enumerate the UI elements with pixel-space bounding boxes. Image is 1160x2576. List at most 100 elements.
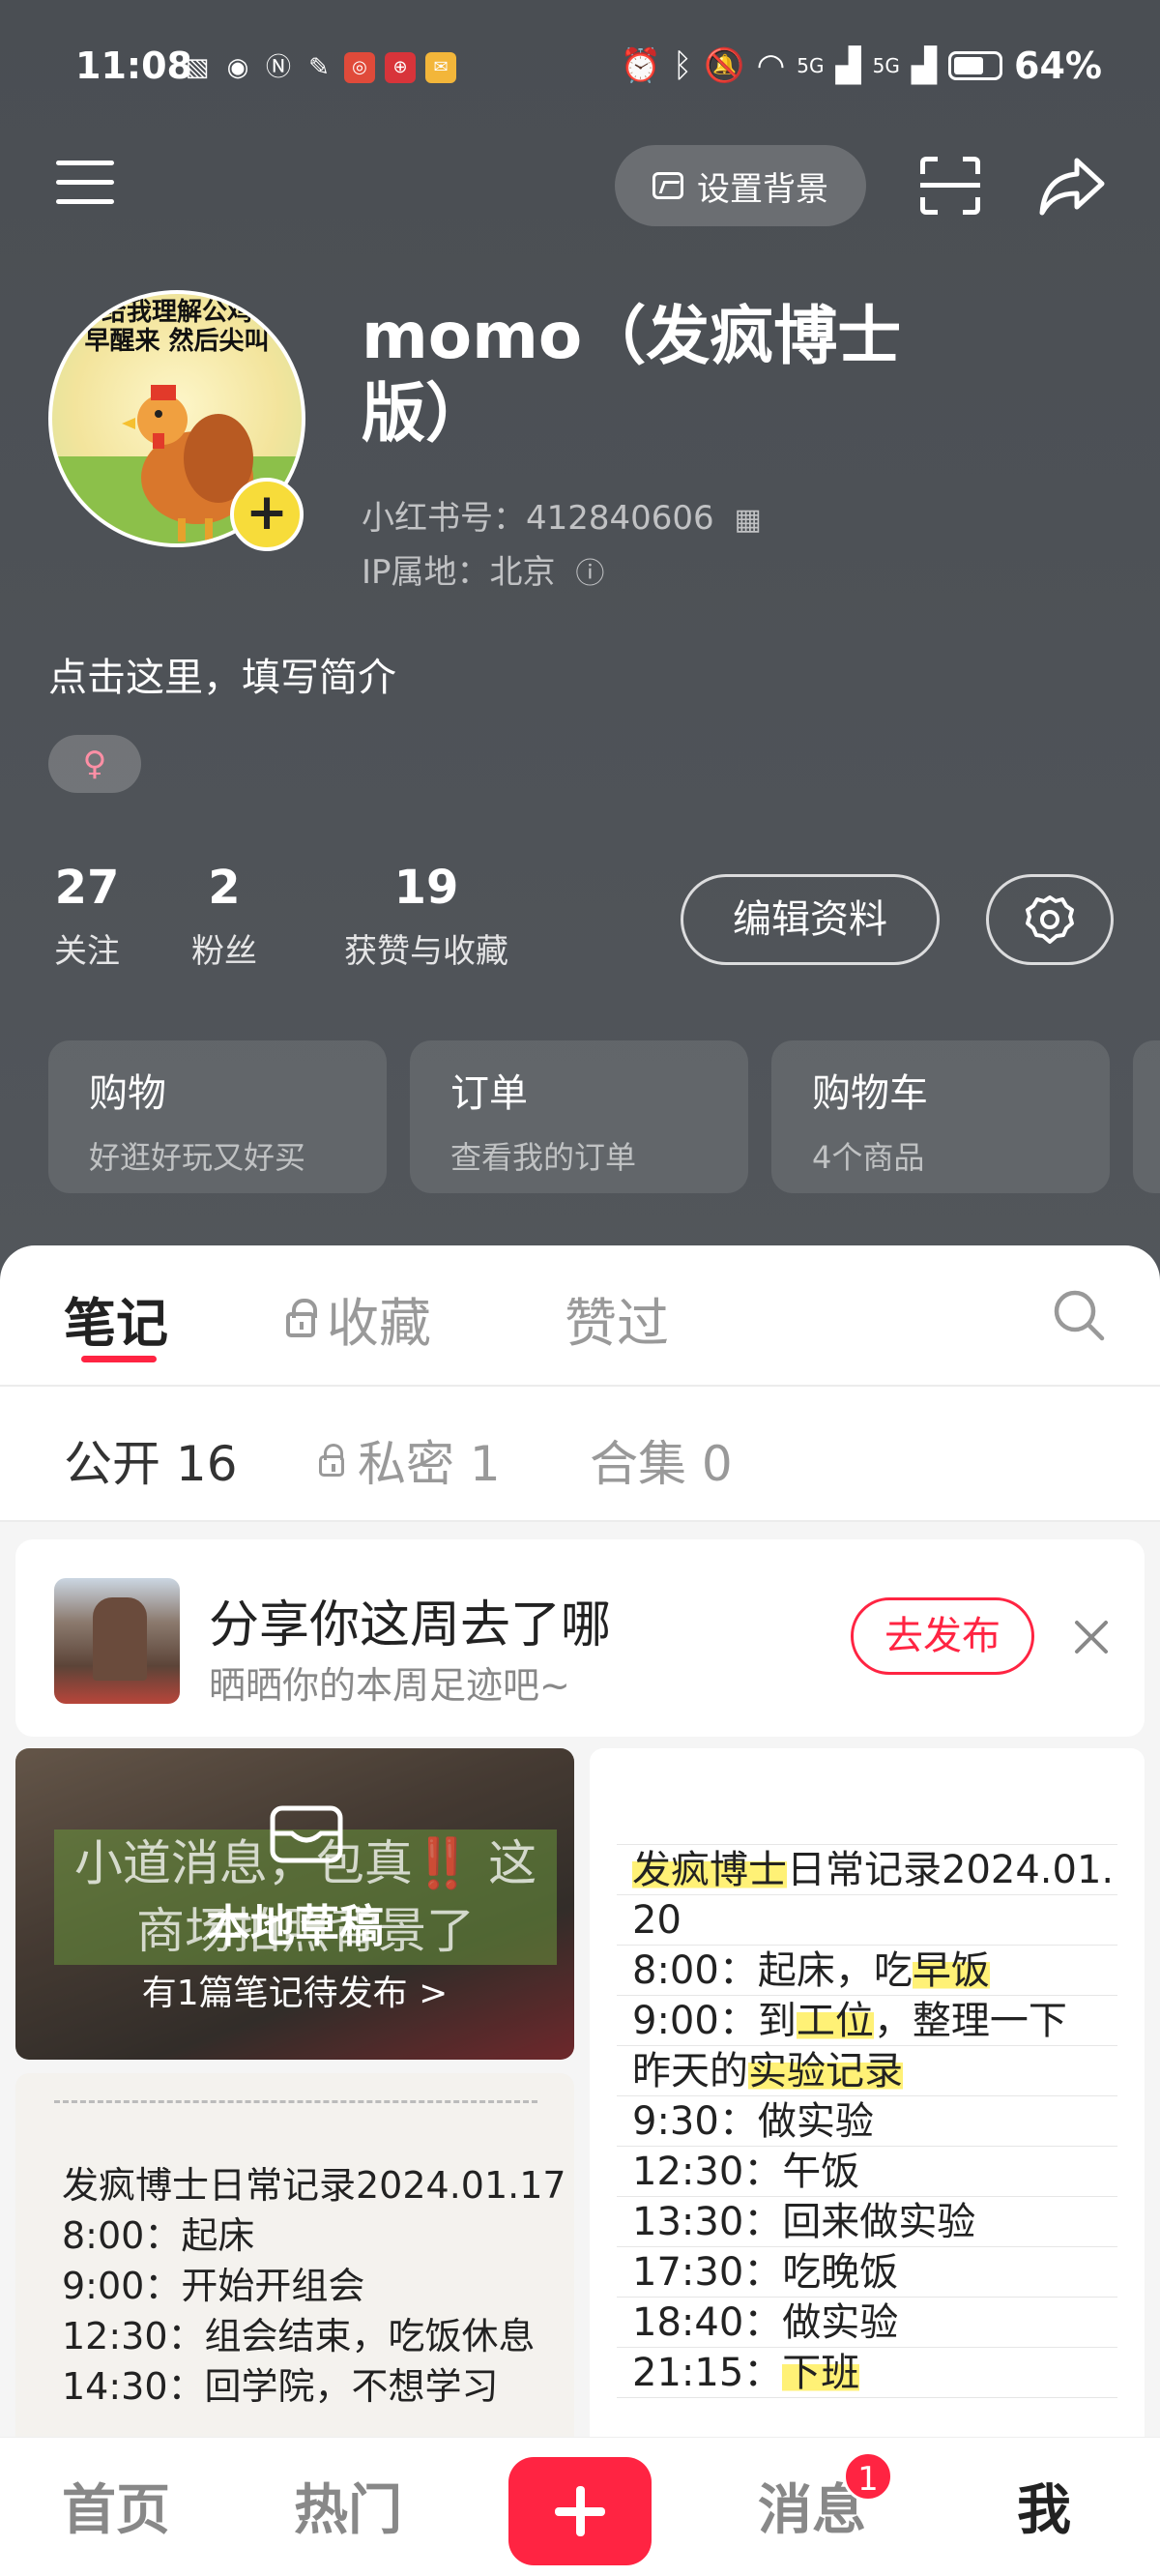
bluetooth-icon: ᛒ [672, 46, 693, 85]
filter-public[interactable]: 公开 16 [64, 1425, 238, 1495]
nav-trending[interactable]: 热门 [271, 2467, 425, 2545]
bank-app-icon: ◎ [344, 52, 375, 83]
scan-icon [920, 183, 980, 188]
tab-collections-label: 收藏 [327, 1293, 431, 1354]
lock-icon [286, 1298, 317, 1337]
bio-prompt[interactable]: 点击这里，填写简介 [48, 646, 396, 702]
active-tab-indicator [81, 1356, 157, 1362]
eye-icon: ◉ [226, 53, 249, 82]
female-icon: ♀ [82, 745, 107, 783]
filter-albums[interactable]: 合集 0 [590, 1425, 733, 1495]
building-thumbnail [54, 1578, 180, 1704]
stat-followers[interactable]: 2 粉丝 [186, 861, 263, 972]
mail-app-icon: ✉ [425, 52, 456, 83]
status-time: 11:08 [75, 44, 192, 87]
nickname: momo（发疯博士版） [362, 299, 902, 451]
tab-collections[interactable]: 收藏 [286, 1280, 431, 1357]
following-count: 27 [54, 861, 120, 915]
menu-button[interactable] [56, 161, 114, 209]
red-id[interactable]: 小红书号：412840606 ▦ [362, 491, 762, 539]
banner-title: 分享你这周去了哪 [209, 1596, 612, 1654]
app-notification-icon: ✎ [308, 53, 330, 82]
followers-count: 2 [208, 861, 241, 915]
gear-icon [1026, 895, 1074, 944]
divider [54, 2100, 537, 2103]
battery-percent: 64% [1014, 44, 1102, 87]
profile-header: 11:08 ▧ ◉ Ⓝ ✎ ◎ ⊕ ✉ ⏰ ᛒ 🔕 ◠ 5G ▟ 5G ▟ 64… [0, 0, 1160, 1296]
orders-sub: 查看我的订单 [450, 1139, 637, 1176]
search-button[interactable] [1052, 1288, 1106, 1342]
ip-location: IP属地：北京 ⓘ [362, 545, 604, 593]
create-post-button[interactable] [508, 2457, 652, 2565]
nfc-icon: Ⓝ [265, 53, 291, 82]
qrcode-icon: ▦ [734, 503, 762, 537]
local-draft-card[interactable]: 小道消息，包真‼️ 这商场拍照背景了 本地草稿 有1篇笔记待发布 > [15, 1748, 574, 2060]
likes-label: 获赞与收藏 [344, 932, 508, 971]
note-diary-0117-text: 发疯博士日常记录2024.01.17 8:00：起床 9:00：开始开组会 12… [62, 2164, 566, 2408]
message-badge: 1 [843, 2451, 893, 2502]
close-icon [1075, 1621, 1108, 1654]
tab-notes-label: 笔记 [64, 1293, 168, 1354]
filter-public-label: 公开 16 [64, 1436, 238, 1492]
alarm-icon: ⏰ [620, 46, 661, 85]
banner-subtitle: 晒晒你的本周足迹吧~ [209, 1664, 570, 1707]
signal-5g-label: 5G [797, 54, 825, 77]
scan-button[interactable] [920, 157, 980, 215]
filter-private-label: 私密 1 [358, 1436, 501, 1492]
edit-profile-button[interactable]: 编辑资料 [681, 874, 940, 965]
filter-private[interactable]: 私密 1 [319, 1425, 501, 1495]
shopping-title: 购物 [89, 1071, 166, 1116]
china-app-icon: ⊕ [385, 52, 416, 83]
inbox-icon [269, 1804, 344, 1864]
mute-icon: 🔕 [704, 46, 745, 85]
stat-likes-collects[interactable]: 19 获赞与收藏 [325, 861, 528, 972]
status-bar: 11:08 ▧ ◉ Ⓝ ✎ ◎ ⊕ ✉ ⏰ ᛒ 🔕 ◠ 5G ▟ 5G ▟ 64… [0, 39, 1160, 97]
tab-notes[interactable]: 笔记 [64, 1280, 168, 1357]
shopping-sub: 好逛好玩又好买 [89, 1139, 306, 1176]
share-icon [1039, 158, 1105, 216]
image-icon [652, 172, 683, 199]
following-label: 关注 [54, 932, 120, 971]
tab-liked-label: 赞过 [565, 1293, 669, 1354]
search-icon [1054, 1290, 1105, 1341]
weekly-share-banner[interactable]: 分享你这周去了哪 晒晒你的本周足迹吧~ 去发布 [15, 1539, 1145, 1737]
notes-feed: 分享你这周去了哪 晒晒你的本周足迹吧~ 去发布 小道消息，包真‼️ 这商场拍照背… [0, 1522, 1160, 2576]
set-background-label: 设置背景 [697, 169, 828, 209]
share-button[interactable] [1038, 155, 1106, 217]
more-card-peek[interactable] [1133, 1040, 1160, 1193]
nav-home[interactable]: 首页 [39, 2467, 193, 2545]
stat-following[interactable]: 27 关注 [48, 861, 126, 972]
avatar-caption: 给我理解公鸡 早醒来 然后尖叫 [84, 298, 270, 356]
add-avatar-button[interactable]: + [230, 478, 304, 551]
notification-icons: ▧ ◉ Ⓝ ✎ ◎ ⊕ ✉ [182, 52, 456, 83]
red-id-text: 小红书号：412840606 [362, 499, 714, 538]
signal-icon-2: ▟ [911, 46, 938, 85]
battery-icon [948, 51, 1003, 80]
system-status: ⏰ ᛒ 🔕 ◠ 5G ▟ 5G ▟ 64% [620, 44, 1102, 87]
orders-title: 订单 [450, 1071, 528, 1116]
nav-me[interactable]: 我 [967, 2467, 1121, 2545]
ip-location-text: IP属地：北京 [362, 553, 556, 592]
cart-title: 购物车 [812, 1071, 928, 1116]
draft-title: 本地草稿 [206, 1900, 384, 1952]
bottom-nav: 首页 热门 消息 1 我 [0, 2437, 1160, 2576]
gender-badge: ♀ [48, 735, 141, 793]
close-banner-button[interactable] [1071, 1617, 1112, 1657]
tab-liked[interactable]: 赞过 [565, 1280, 669, 1357]
signal-5g-label-2: 5G [872, 54, 900, 77]
info-icon[interactable]: ⓘ [575, 557, 604, 591]
publish-button[interactable]: 去发布 [851, 1597, 1034, 1675]
orders-card[interactable]: 订单 查看我的订单 [410, 1040, 748, 1193]
settings-button[interactable] [986, 874, 1114, 965]
content-sheet: 笔记 收藏 赞过 公开 16 私密 1 合集 0 分享你这周去了哪 晒晒你的本周… [0, 1245, 1160, 2576]
cart-sub: 4个商品 [812, 1139, 925, 1176]
wifi-icon: ◠ [756, 46, 786, 85]
followers-label: 粉丝 [191, 932, 257, 971]
set-background-button[interactable]: 设置背景 [615, 145, 866, 226]
likes-count: 19 [393, 861, 459, 915]
signal-icon: ▟ [835, 46, 861, 85]
note-diary-0120-text: 发疯博士日常记录2024.01. 20 8:00：起床，吃早饭 9:00：到工位… [632, 1848, 1115, 2395]
cart-card[interactable]: 购物车 4个商品 [771, 1040, 1110, 1193]
shopping-card[interactable]: 购物 好逛好玩又好买 [48, 1040, 387, 1193]
tab-bar: 笔记 收藏 赞过 [0, 1245, 1160, 1387]
